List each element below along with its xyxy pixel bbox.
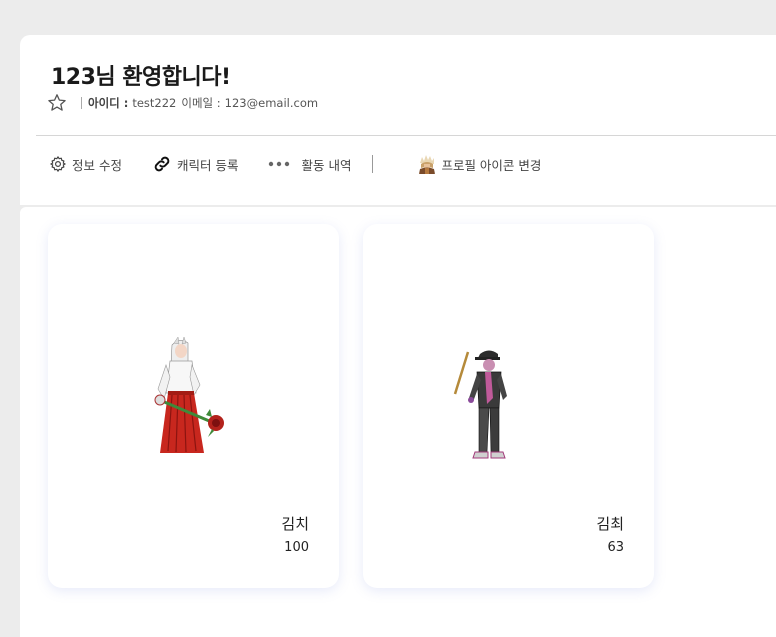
profile-avatar [417, 154, 438, 174]
email-value: 123@email.com [224, 96, 319, 110]
edit-info-button[interactable]: 정보 수정 [49, 155, 122, 174]
id-value: test222 [132, 96, 177, 110]
character-list-panel: 김치 100 김최 63 [20, 207, 776, 637]
action-divider [372, 155, 374, 173]
character-name: 김최 [596, 515, 624, 533]
capped-staff-character-sprite [453, 350, 507, 459]
welcome-title: 123님 환영합니다! [51, 65, 231, 90]
account-meta: 아이디 : test222 이메일 : 123@email.com [47, 93, 318, 113]
register-character-button[interactable]: 캐릭터 등록 [152, 154, 238, 174]
action-bar: 정보 수정 캐릭터 등록 활동 내역 프로필 아이콘 변경 [49, 153, 541, 175]
id-label: 아이디 : [88, 96, 129, 110]
star-icon[interactable] [47, 93, 67, 113]
character-level: 63 [607, 540, 624, 555]
change-profile-icon-label: 프로필 아이콘 변경 [441, 157, 542, 173]
edit-info-label: 정보 수정 [72, 157, 122, 173]
register-character-label: 캐릭터 등록 [176, 157, 239, 173]
email-label: 이메일 : [181, 96, 221, 110]
change-profile-icon-button[interactable]: 프로필 아이콘 변경 [417, 154, 541, 174]
character-level: 100 [284, 540, 309, 555]
shrine-maiden-character-sprite [154, 337, 224, 453]
gear-icon [49, 155, 67, 173]
more-dots-icon [268, 160, 290, 168]
activity-history-label: 활동 내역 [301, 157, 352, 173]
activity-history-button[interactable]: 활동 내역 [268, 155, 351, 174]
character-card[interactable]: 김최 63 [363, 224, 654, 588]
header-divider [36, 135, 776, 136]
character-name: 김치 [281, 515, 309, 533]
meta-divider [81, 97, 82, 109]
character-card[interactable]: 김치 100 [48, 224, 339, 588]
link-icon [152, 154, 172, 174]
profile-card: 123님 환영합니다! 아이디 : test222 이메일 : 123@emai… [20, 35, 776, 205]
